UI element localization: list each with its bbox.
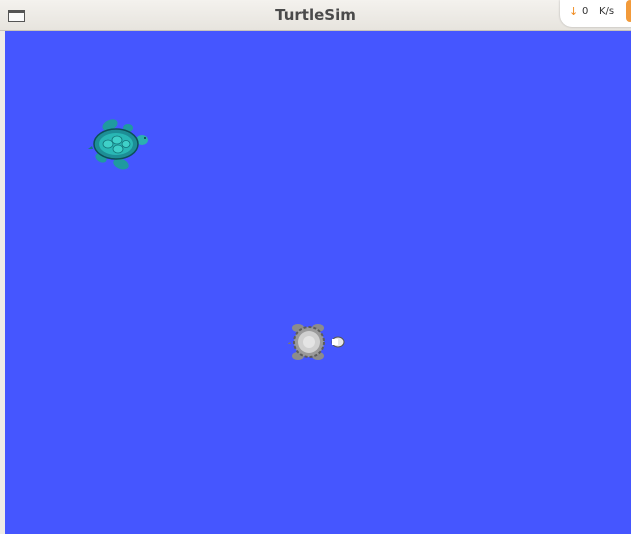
turtlesim-window: TurtleSim ↓ 0 K/s: [0, 0, 631, 534]
net-speed-indicator: ↓ 0 K/s: [560, 0, 631, 27]
turtle-icon: [288, 324, 345, 360]
download-arrow-icon: ↓: [569, 5, 579, 18]
turtle-icon: [88, 119, 148, 170]
turtle-gray: [288, 324, 345, 360]
net-speed-unit: K/s: [599, 6, 615, 17]
window-title: TurtleSim: [275, 6, 356, 24]
net-speed-value: 0: [582, 6, 589, 17]
turtle-teal: [88, 119, 148, 170]
panel-edge-decoration: [626, 0, 631, 22]
turtlesim-canvas[interactable]: [5, 31, 631, 534]
title-bar[interactable]: TurtleSim: [0, 0, 631, 31]
